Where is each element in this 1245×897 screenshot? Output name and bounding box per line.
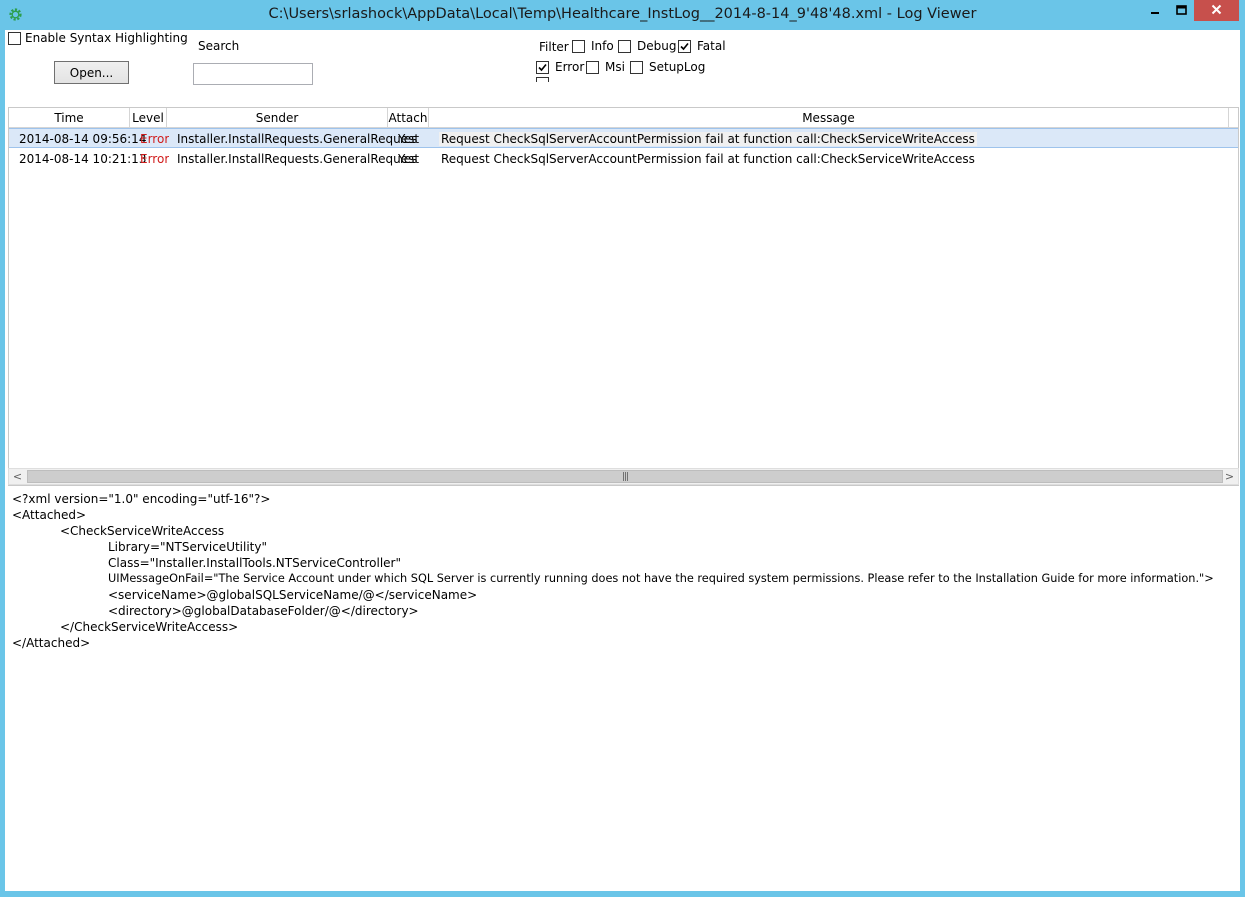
- checkbox-box[interactable]: [586, 60, 599, 74]
- cell-level: Error: [140, 152, 170, 166]
- scroll-right-icon[interactable]: >: [1221, 469, 1238, 484]
- client-area: Enable Syntax Highlighting Search Open..…: [5, 30, 1240, 891]
- xml-line: </CheckServiceWriteAccess>: [60, 620, 239, 634]
- cell-attach: Yes: [398, 152, 418, 166]
- cell-sender: Installer.InstallRequests.GeneralRequest: [177, 132, 420, 146]
- filter-overflow-clip: [536, 77, 616, 82]
- search-input[interactable]: [193, 63, 313, 85]
- filter-msi-checkbox[interactable]: Msi: [586, 60, 625, 74]
- scroll-left-icon[interactable]: <: [9, 469, 26, 484]
- xml-line: <CheckServiceWriteAccess: [60, 524, 225, 538]
- filter-info-checkbox[interactable]: Info: [572, 39, 614, 53]
- filter-debug-label: Debug: [637, 39, 677, 53]
- checkbox-box[interactable]: [536, 60, 549, 74]
- xml-line: <Attached>: [12, 508, 87, 522]
- checkbox-box[interactable]: [630, 60, 643, 74]
- xml-detail-pane[interactable]: <?xml version="1.0" encoding="utf-16"?> …: [8, 490, 1239, 888]
- xml-line: Class="Installer.InstallTools.NTServiceC…: [108, 556, 401, 570]
- syntax-highlighting-checkbox[interactable]: Enable Syntax Highlighting: [8, 31, 188, 45]
- column-header-attach[interactable]: Attach: [388, 108, 429, 128]
- minimize-button[interactable]: [1141, 0, 1168, 21]
- filter-info-label: Info: [591, 39, 614, 53]
- checkbox-box[interactable]: [536, 77, 549, 82]
- cell-message: Request CheckSqlServerAccountPermission …: [441, 152, 975, 166]
- xml-line: </Attached>: [12, 636, 91, 650]
- log-viewer-window: C:\Users\srlashock\AppData\Local\Temp\He…: [0, 0, 1245, 897]
- syntax-highlighting-label: Enable Syntax Highlighting: [25, 31, 188, 45]
- close-icon: [1211, 4, 1222, 18]
- filter-setuplog-label: SetupLog: [649, 60, 706, 74]
- cell-time: 2014-08-14 09:56:14: [19, 132, 147, 146]
- xml-line: UIMessageOnFail="The Service Account und…: [108, 572, 1214, 585]
- filter-label: Filter: [539, 40, 569, 54]
- minimize-icon: [1150, 4, 1160, 18]
- cell-time: 2014-08-14 10:21:13: [19, 152, 147, 166]
- filter-error-checkbox[interactable]: Error: [536, 60, 584, 74]
- xml-line: <serviceName>@globalSQLServiceName/@</se…: [108, 588, 478, 602]
- checkbox-box[interactable]: [8, 31, 21, 45]
- table-row[interactable]: 2014-08-14 09:56:14 Error Installer.Inst…: [9, 128, 1238, 148]
- grip-icon: |||: [621, 471, 629, 482]
- open-button-label: Open...: [69, 65, 114, 80]
- column-header-message[interactable]: Message: [429, 108, 1229, 128]
- maximize-button[interactable]: [1168, 0, 1194, 21]
- checkbox-box[interactable]: [572, 39, 585, 53]
- open-button[interactable]: Open...: [54, 61, 129, 84]
- cell-attach: Yes: [398, 132, 418, 146]
- grid-header: Time Level Sender Attach Message: [9, 108, 1238, 128]
- filter-error-label: Error: [555, 60, 585, 74]
- checkmark-icon: [538, 63, 547, 71]
- xml-line: <directory>@globalDatabaseFolder/@</dire…: [108, 604, 419, 618]
- checkmark-icon: [680, 42, 689, 50]
- column-header-sender[interactable]: Sender: [167, 108, 388, 128]
- search-label: Search: [198, 39, 240, 53]
- cell-sender: Installer.InstallRequests.GeneralRequest: [177, 152, 420, 166]
- filter-fatal-checkbox[interactable]: Fatal: [678, 39, 726, 53]
- table-row[interactable]: 2014-08-14 10:21:13 Error Installer.Inst…: [9, 149, 1238, 169]
- maximize-icon: [1175, 4, 1187, 18]
- xml-line: Library="NTServiceUtility": [108, 540, 268, 554]
- filter-fatal-label: Fatal: [697, 39, 726, 53]
- log-grid: Time Level Sender Attach Message 2014-08…: [8, 107, 1239, 486]
- filter-msi-label: Msi: [605, 60, 625, 74]
- column-header-level[interactable]: Level: [130, 108, 167, 128]
- cell-message: Request CheckSqlServerAccountPermission …: [439, 132, 977, 146]
- window-title: C:\Users\srlashock\AppData\Local\Temp\He…: [268, 6, 977, 22]
- checkbox-box[interactable]: [678, 39, 691, 53]
- xml-line: <?xml version="1.0" encoding="utf-16"?>: [12, 492, 271, 506]
- column-header-time[interactable]: Time: [9, 108, 130, 128]
- filter-setuplog-checkbox[interactable]: SetupLog: [630, 60, 705, 74]
- cell-level: Error: [140, 132, 170, 146]
- scroll-thumb[interactable]: |||: [27, 470, 1223, 483]
- horizontal-scrollbar[interactable]: < ||| >: [8, 468, 1239, 485]
- filter-debug-checkbox[interactable]: Debug: [618, 39, 676, 53]
- title-bar[interactable]: C:\Users\srlashock\AppData\Local\Temp\He…: [0, 0, 1245, 30]
- close-button[interactable]: [1194, 0, 1239, 21]
- checkbox-box[interactable]: [618, 39, 631, 53]
